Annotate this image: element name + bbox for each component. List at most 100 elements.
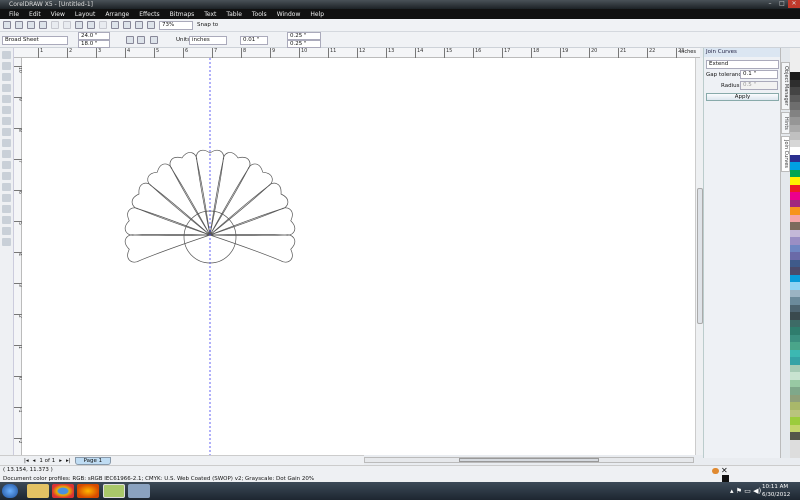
redo-icon[interactable]: [99, 21, 107, 29]
color-swatch[interactable]: [790, 282, 800, 290]
drawing[interactable]: [22, 58, 695, 455]
color-swatch[interactable]: [790, 327, 800, 335]
first-page-button[interactable]: |◂: [24, 458, 29, 464]
fill-tool-icon[interactable]: [2, 227, 11, 235]
petal-curve[interactable]: [124, 221, 212, 263]
paint-icon[interactable]: [128, 484, 150, 498]
blend-tool-icon[interactable]: [2, 194, 11, 202]
color-swatch[interactable]: [790, 79, 800, 87]
interactive-fill-tool-icon[interactable]: [2, 238, 11, 246]
color-swatch[interactable]: [790, 394, 800, 402]
undo-icon[interactable]: [87, 21, 95, 29]
shape-tool-icon[interactable]: [2, 62, 11, 70]
portrait-icon[interactable]: [126, 36, 134, 44]
join-mode-dropdown[interactable]: Extend: [706, 60, 779, 69]
publish-icon[interactable]: [135, 21, 143, 29]
color-swatch[interactable]: [790, 304, 800, 312]
color-swatch[interactable]: [790, 409, 800, 417]
dimension-tool-icon[interactable]: [2, 172, 11, 180]
color-swatch[interactable]: [790, 387, 800, 395]
color-swatch[interactable]: [790, 192, 800, 200]
landscape-icon[interactable]: [137, 36, 145, 44]
menu-edit[interactable]: Edit: [24, 11, 46, 18]
menu-table[interactable]: Table: [221, 11, 247, 18]
smart-fill-tool-icon[interactable]: [2, 106, 11, 114]
color-swatch[interactable]: [790, 72, 800, 80]
import-icon[interactable]: [111, 21, 119, 29]
crop-tool-icon[interactable]: [2, 73, 11, 81]
coreldraw-icon[interactable]: [103, 484, 125, 498]
menu-view[interactable]: View: [46, 11, 70, 18]
vertical-ruler[interactable]: 10 9 8 7 6 5 4 3 2 1 0 -1 -2: [14, 58, 22, 455]
full-screen-icon[interactable]: [147, 21, 155, 29]
snap-to-dropdown[interactable]: Snap to: [197, 22, 218, 28]
color-swatch[interactable]: [790, 319, 800, 327]
color-swatch[interactable]: [790, 364, 800, 372]
color-swatch[interactable]: [790, 379, 800, 387]
gap-tolerance-field[interactable]: 0.1 ": [740, 70, 778, 79]
menu-bitmaps[interactable]: Bitmaps: [165, 11, 200, 18]
clock-time[interactable]: 10:11 AM: [762, 484, 788, 490]
petal-curve[interactable]: [208, 221, 296, 263]
text-tool-icon[interactable]: [2, 150, 11, 158]
copy-icon[interactable]: [63, 21, 71, 29]
apply-button[interactable]: Apply: [706, 93, 779, 101]
color-swatch[interactable]: [790, 177, 800, 185]
open-icon[interactable]: [15, 21, 23, 29]
menu-file[interactable]: File: [4, 11, 24, 18]
color-swatch[interactable]: [790, 222, 800, 230]
freehand-tool-icon[interactable]: [2, 95, 11, 103]
color-swatch[interactable]: [790, 124, 800, 132]
tab-object-manager[interactable]: Object Manager: [781, 62, 790, 110]
color-swatch[interactable]: [790, 432, 800, 440]
color-swatch[interactable]: [790, 139, 800, 147]
color-swatch[interactable]: [790, 372, 800, 380]
color-swatch[interactable]: [790, 117, 800, 125]
zoom-tool-icon[interactable]: [2, 84, 11, 92]
color-swatch[interactable]: [790, 424, 800, 432]
paste-icon[interactable]: [75, 21, 83, 29]
page-width-field[interactable]: 24.0 ": [78, 32, 110, 40]
all-pages-icon[interactable]: [150, 36, 158, 44]
radius-field[interactable]: 0.5 ": [740, 81, 778, 90]
color-swatch[interactable]: [790, 109, 800, 117]
tab-hints[interactable]: Hints: [781, 112, 790, 134]
close-button[interactable]: ✕: [788, 0, 800, 8]
next-page-button[interactable]: ▸: [59, 458, 62, 464]
scroll-thumb[interactable]: [459, 458, 599, 462]
maximize-button[interactable]: □: [776, 0, 788, 8]
color-swatch[interactable]: [790, 252, 800, 260]
rectangle-tool-icon[interactable]: [2, 117, 11, 125]
color-swatch[interactable]: [790, 94, 800, 102]
table-tool-icon[interactable]: [2, 161, 11, 169]
menu-arrange[interactable]: Arrange: [100, 11, 134, 18]
page-size-dropdown[interactable]: Broad Sheet: [2, 36, 68, 45]
eyedropper-tool-icon[interactable]: [2, 205, 11, 213]
color-swatch[interactable]: [790, 259, 800, 267]
color-swatch[interactable]: [790, 87, 800, 95]
duplicate-x-field[interactable]: 0.25 ": [287, 32, 321, 40]
cut-icon[interactable]: [51, 21, 59, 29]
menu-help[interactable]: Help: [305, 11, 329, 18]
page-tab[interactable]: Page 1: [74, 456, 112, 465]
print-icon[interactable]: [39, 21, 47, 29]
color-swatch[interactable]: [790, 199, 800, 207]
export-icon[interactable]: [123, 21, 131, 29]
color-swatch[interactable]: [790, 244, 800, 252]
color-swatch[interactable]: [790, 207, 800, 215]
color-swatch[interactable]: [790, 267, 800, 275]
ellipse-tool-icon[interactable]: [2, 128, 11, 136]
prev-page-button[interactable]: ◂: [33, 458, 36, 464]
menu-effects[interactable]: Effects: [134, 11, 164, 18]
no-color-swatch[interactable]: [790, 48, 800, 72]
color-swatch[interactable]: [790, 274, 800, 282]
horizontal-scrollbar[interactable]: [364, 457, 694, 463]
color-swatch[interactable]: [790, 184, 800, 192]
menu-text[interactable]: Text: [199, 11, 221, 18]
fill-icon[interactable]: [712, 468, 719, 474]
new-icon[interactable]: [3, 21, 11, 29]
color-swatch[interactable]: [790, 349, 800, 357]
page-height-field[interactable]: 18.0 ": [78, 40, 110, 48]
color-swatch[interactable]: [790, 102, 800, 110]
pick-tool-icon[interactable]: [2, 51, 11, 59]
